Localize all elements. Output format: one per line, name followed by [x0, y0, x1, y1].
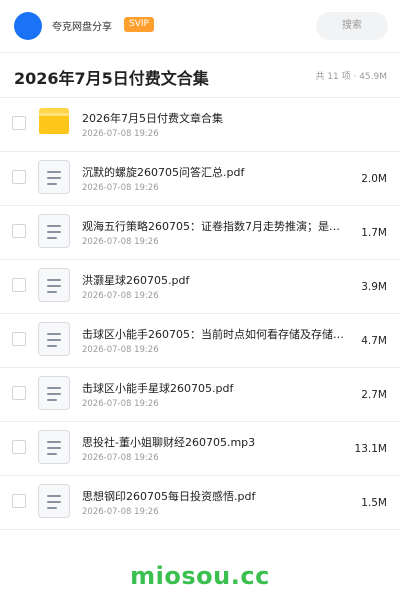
- file-size: 3.9M: [361, 281, 387, 293]
- file-date: 2026-07-08 19:26: [82, 507, 159, 517]
- search-button[interactable]: 搜索: [316, 12, 388, 40]
- file-name: 思想钢印260705每日投资感悟.pdf: [82, 490, 256, 503]
- file-name: 观海五行策略260705：证卷指数7月走势推演；是…: [82, 220, 340, 233]
- file-name: 思投社-董小姐聊财经260705.mp3: [82, 436, 256, 449]
- file-size: 2.7M: [361, 389, 387, 401]
- file-size: 1.7M: [361, 227, 387, 239]
- document-icon: [38, 484, 70, 518]
- list-item[interactable]: 观海五行策略260705：证卷指数7月走势推演；是… 2026-07-08 19:…: [0, 206, 400, 260]
- select-checkbox[interactable]: [12, 386, 26, 400]
- select-checkbox[interactable]: [12, 116, 26, 130]
- svip-badge: SVIP: [124, 17, 154, 32]
- top-bar: 夸克网盘分享 SVIP 搜索: [0, 0, 400, 52]
- document-icon: [38, 214, 70, 248]
- file-date: 2026-07-08 19:26: [82, 399, 159, 409]
- select-checkbox[interactable]: [12, 494, 26, 508]
- list-item[interactable]: 击球区小能手260705：当前时点如何看存储及存储… 2026-07-08 19:…: [0, 314, 400, 368]
- document-icon: [38, 376, 70, 410]
- page-title: 2026年7月5日付费文合集: [14, 69, 209, 88]
- select-checkbox[interactable]: [12, 332, 26, 346]
- file-size: 4.7M: [361, 335, 387, 347]
- document-icon: [38, 430, 70, 464]
- watermark: miosou.cc: [130, 562, 270, 590]
- file-date: 2026-07-08 19:26: [82, 345, 159, 355]
- list-item[interactable]: 思投社-董小姐聊财经260705.mp3 2026-07-08 19:26 13.1…: [0, 422, 400, 476]
- select-checkbox[interactable]: [12, 170, 26, 184]
- avatar[interactable]: [14, 12, 42, 40]
- file-size: 2.0M: [361, 173, 387, 185]
- file-date: 2026-07-08 19:26: [82, 237, 159, 247]
- file-date: 2026-07-08 19:26: [82, 291, 159, 301]
- file-size: 13.1M: [354, 443, 387, 455]
- document-icon: [38, 268, 70, 302]
- file-name: 击球区小能手260705：当前时点如何看存储及存储…: [82, 328, 344, 341]
- list-item[interactable]: 2026年7月5日付费文章合集 2026-07-08 19:26: [0, 98, 400, 152]
- list-item[interactable]: 击球区小能手星球260705.pdf 2026-07-08 19:26 2.7M: [0, 368, 400, 422]
- folder-header: 2026年7月5日付费文合集 共 11 项 · 45.9M: [0, 53, 400, 97]
- file-date: 2026-07-08 19:26: [82, 183, 159, 193]
- list-item[interactable]: 思想钢印260705每日投资感悟.pdf 2026-07-08 19:26 1.5M: [0, 476, 400, 530]
- document-icon: [38, 322, 70, 356]
- file-date: 2026-07-08 19:26: [82, 129, 159, 139]
- select-checkbox[interactable]: [12, 224, 26, 238]
- select-checkbox[interactable]: [12, 440, 26, 454]
- file-name: 沉默的螺旋260705问答汇总.pdf: [82, 166, 245, 179]
- list-item[interactable]: 沉默的螺旋260705问答汇总.pdf 2026-07-08 19:26 2.0M: [0, 152, 400, 206]
- file-list: 2026年7月5日付费文章合集 2026-07-08 19:26 沉默的螺旋2607…: [0, 98, 400, 530]
- file-size: 1.5M: [361, 497, 387, 509]
- folder-meta: 共 11 项 · 45.9M: [315, 72, 387, 82]
- folder-icon: [39, 108, 69, 134]
- file-name: 击球区小能手星球260705.pdf: [82, 382, 234, 395]
- file-date: 2026-07-08 19:26: [82, 453, 159, 463]
- list-item[interactable]: 洪灏星球260705.pdf 2026-07-08 19:26 3.9M: [0, 260, 400, 314]
- username: 夸克网盘分享: [52, 22, 112, 33]
- file-name: 2026年7月5日付费文章合集: [82, 112, 223, 125]
- file-name: 洪灏星球260705.pdf: [82, 274, 190, 287]
- select-checkbox[interactable]: [12, 278, 26, 292]
- document-icon: [38, 160, 70, 194]
